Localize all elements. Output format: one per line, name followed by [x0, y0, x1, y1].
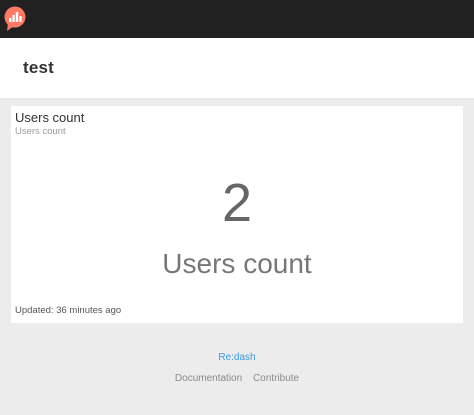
dashboard-title: test	[23, 58, 55, 77]
dashboard-header: test	[0, 38, 474, 98]
documentation-link[interactable]: Documentation	[175, 373, 242, 384]
top-navbar	[0, 0, 474, 38]
widget-title[interactable]: Users count	[15, 110, 84, 125]
widget-updated-timestamp: Updated: 36 minutes ago	[15, 305, 122, 316]
widget-subtitle: Users count	[15, 126, 66, 137]
counter-label: Users count	[162, 248, 312, 279]
footer-brand-link[interactable]: Re:dash	[0, 352, 474, 363]
counter-value: 2	[221, 173, 253, 233]
counter-widget: Users count Users count 2 Users count Up…	[11, 106, 463, 323]
footer-links: Documentation Contribute	[0, 373, 474, 384]
redash-logo-icon[interactable]	[3, 6, 27, 32]
contribute-link[interactable]: Contribute	[253, 373, 299, 384]
